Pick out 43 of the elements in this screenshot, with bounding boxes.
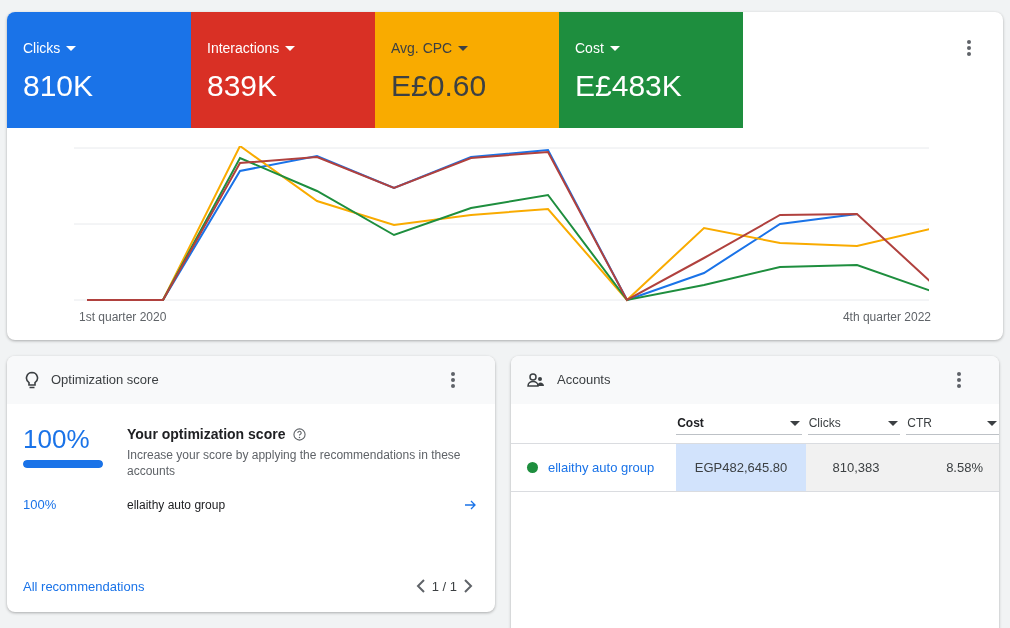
account-name: ellaithy auto group: [127, 497, 227, 514]
metric-tab[interactable]: Interactions 839K: [191, 12, 375, 128]
dropdown-icon: [987, 420, 997, 426]
dropdown-icon: [285, 46, 296, 51]
dropdown-icon: [66, 46, 77, 51]
all-recommendations-link[interactable]: All recommendations: [23, 576, 416, 596]
metric-label: Avg. CPC: [391, 39, 453, 58]
metric-value: E£0.60: [391, 69, 488, 103]
axis-label: 1st quarter 2020: [79, 309, 167, 326]
dropdown-icon: [609, 46, 620, 51]
table-cell: 810,383: [806, 444, 906, 491]
metric-tab[interactable]: Avg. CPC E£0.60: [375, 12, 559, 128]
lightbulb-icon: [25, 371, 39, 389]
column-header[interactable]: CTR: [906, 414, 999, 435]
dropdown-icon: [458, 46, 469, 51]
description: Increase your score by applying the recommendations in these accounts: [127, 447, 462, 479]
chevron-left-icon[interactable]: [415, 579, 426, 594]
table-cell: 8.58%: [906, 444, 999, 491]
metric-label: Interactions: [207, 39, 280, 58]
column-header[interactable]: Cost: [676, 414, 802, 435]
table-cell: EGP482,645.80: [676, 444, 806, 491]
account-link[interactable]: ellaithy auto group: [548, 457, 655, 478]
metric-tab[interactable]: Cost E£483K: [559, 12, 743, 128]
arrow-right-icon[interactable]: [465, 500, 477, 510]
account-score: 100%: [23, 496, 58, 515]
page-indicator: 1 / 1: [431, 577, 457, 596]
chevron-right-icon[interactable]: [463, 579, 473, 594]
metric-value: E£483K: [575, 69, 683, 103]
metric-value: 810K: [23, 69, 95, 103]
score-value: 100%: [23, 424, 91, 454]
axis-label: 4th quarter 2022: [842, 309, 931, 326]
help-icon[interactable]: [293, 428, 307, 441]
column-header[interactable]: Clicks: [807, 414, 901, 435]
metric-label: Clicks: [23, 39, 61, 58]
metric-label: Cost: [575, 39, 604, 58]
metric-tab[interactable]: Clicks 810K: [7, 12, 191, 128]
card-title: Optimization score: [51, 371, 160, 390]
card-title: Accounts: [557, 371, 612, 390]
dropdown-icon: [789, 420, 800, 426]
people-icon: [527, 373, 545, 387]
metric-value: 839K: [207, 69, 279, 103]
section-heading: Your optimization score: [127, 425, 286, 444]
dropdown-icon: [888, 420, 899, 426]
